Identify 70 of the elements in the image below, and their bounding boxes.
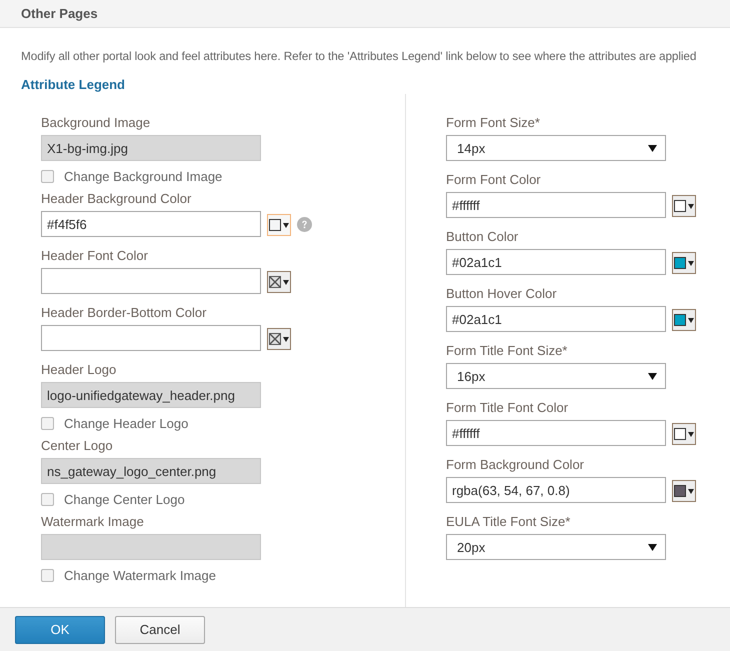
attribute-legend-link[interactable]: Attribute Legend [21, 77, 125, 92]
color-picker-button[interactable] [672, 480, 696, 502]
color-value-field[interactable]: #02a1c1 [446, 249, 666, 275]
color-picker-button[interactable] [267, 271, 291, 293]
checkbox[interactable] [41, 416, 54, 430]
field-label: Form Font Size* [446, 115, 541, 131]
font-size-dropdown[interactable]: 14px [446, 135, 666, 161]
field-label: Header Font Color [41, 248, 149, 264]
color-picker-button[interactable] [267, 328, 291, 350]
color-value-field[interactable]: #ffffff [446, 192, 666, 218]
caret-icon [283, 280, 289, 284]
file-name-field[interactable] [41, 534, 261, 560]
field-label: Form Title Font Color [446, 400, 570, 416]
description-text: Modify all other portal look and feel attributes here. Refer to the 'Attributes Legend' link below to see where the attributes are applied [21, 49, 696, 63]
field-label: Button Color [446, 229, 520, 245]
checkbox-label: Change Header Logo [64, 416, 188, 430]
color-swatch [674, 257, 686, 269]
caret-icon [648, 544, 657, 550]
checkbox[interactable] [41, 170, 54, 182]
file-name-field[interactable]: logo-unifiedgateway_header.png [41, 382, 261, 408]
color-picker-button[interactable] [672, 423, 696, 445]
color-swatch [269, 219, 281, 231]
color-picker-button[interactable] [672, 252, 696, 274]
field-label: EULA Title Font Size* [446, 514, 572, 530]
color-value-field[interactable]: #ffffff [446, 420, 666, 446]
caret-icon [688, 260, 694, 266]
color-picker-button[interactable] [267, 214, 291, 236]
field-label: Center Logo [41, 438, 114, 454]
field-label: Button Hover Color [446, 286, 558, 302]
caret-icon [283, 336, 289, 342]
color-value-field[interactable]: #f4f5f6 [41, 211, 261, 237]
crossed-square-icon [269, 276, 281, 288]
field-label: Header Logo [41, 362, 118, 378]
font-size-dropdown[interactable]: 20px [446, 534, 666, 560]
checkbox-label: Change Background Image [64, 168, 222, 184]
color-value-field[interactable]: rgba(63, 54, 67, 0.8) [446, 477, 666, 503]
caret-icon [688, 488, 694, 494]
checkbox[interactable] [41, 568, 54, 582]
checkbox[interactable] [41, 492, 54, 506]
ok-button[interactable]: OK [15, 616, 105, 644]
caret-icon [648, 144, 657, 152]
checkbox-label: Change Watermark Image [64, 568, 216, 582]
color-picker-button[interactable] [672, 309, 696, 331]
caret-icon [688, 432, 694, 436]
file-name-field[interactable]: X1-bg-img.jpg [41, 135, 261, 161]
field-label: Form Background Color [446, 457, 585, 473]
field-label: Form Font Color [446, 172, 542, 188]
panel-title: Other Pages [21, 6, 98, 21]
file-name-field[interactable]: ns_gateway_logo_center.png [41, 458, 261, 484]
font-size-dropdown[interactable]: 16px [446, 363, 666, 389]
color-picker-button[interactable] [672, 195, 696, 217]
color-swatch [674, 314, 686, 326]
color-value-field[interactable]: #02a1c1 [446, 306, 666, 332]
field-label: Watermark Image [41, 514, 145, 530]
field-label: Header Border-Bottom Color [41, 305, 208, 321]
caret-icon [688, 204, 694, 208]
cancel-button[interactable]: Cancel [115, 616, 205, 644]
field-label: Header Background Color [41, 191, 192, 207]
crossed-square-icon [269, 333, 281, 345]
caret-icon [688, 318, 694, 322]
color-swatch [674, 428, 686, 440]
color-swatch [674, 485, 686, 497]
color-value-field[interactable] [41, 325, 261, 351]
caret-icon [648, 372, 657, 380]
caret-icon [283, 222, 289, 228]
checkbox-label: Change Center Logo [64, 492, 185, 506]
color-swatch [674, 200, 686, 212]
field-label: Background Image [41, 115, 152, 131]
field-label: Form Title Font Size* [446, 343, 568, 359]
color-value-field[interactable] [41, 268, 261, 294]
